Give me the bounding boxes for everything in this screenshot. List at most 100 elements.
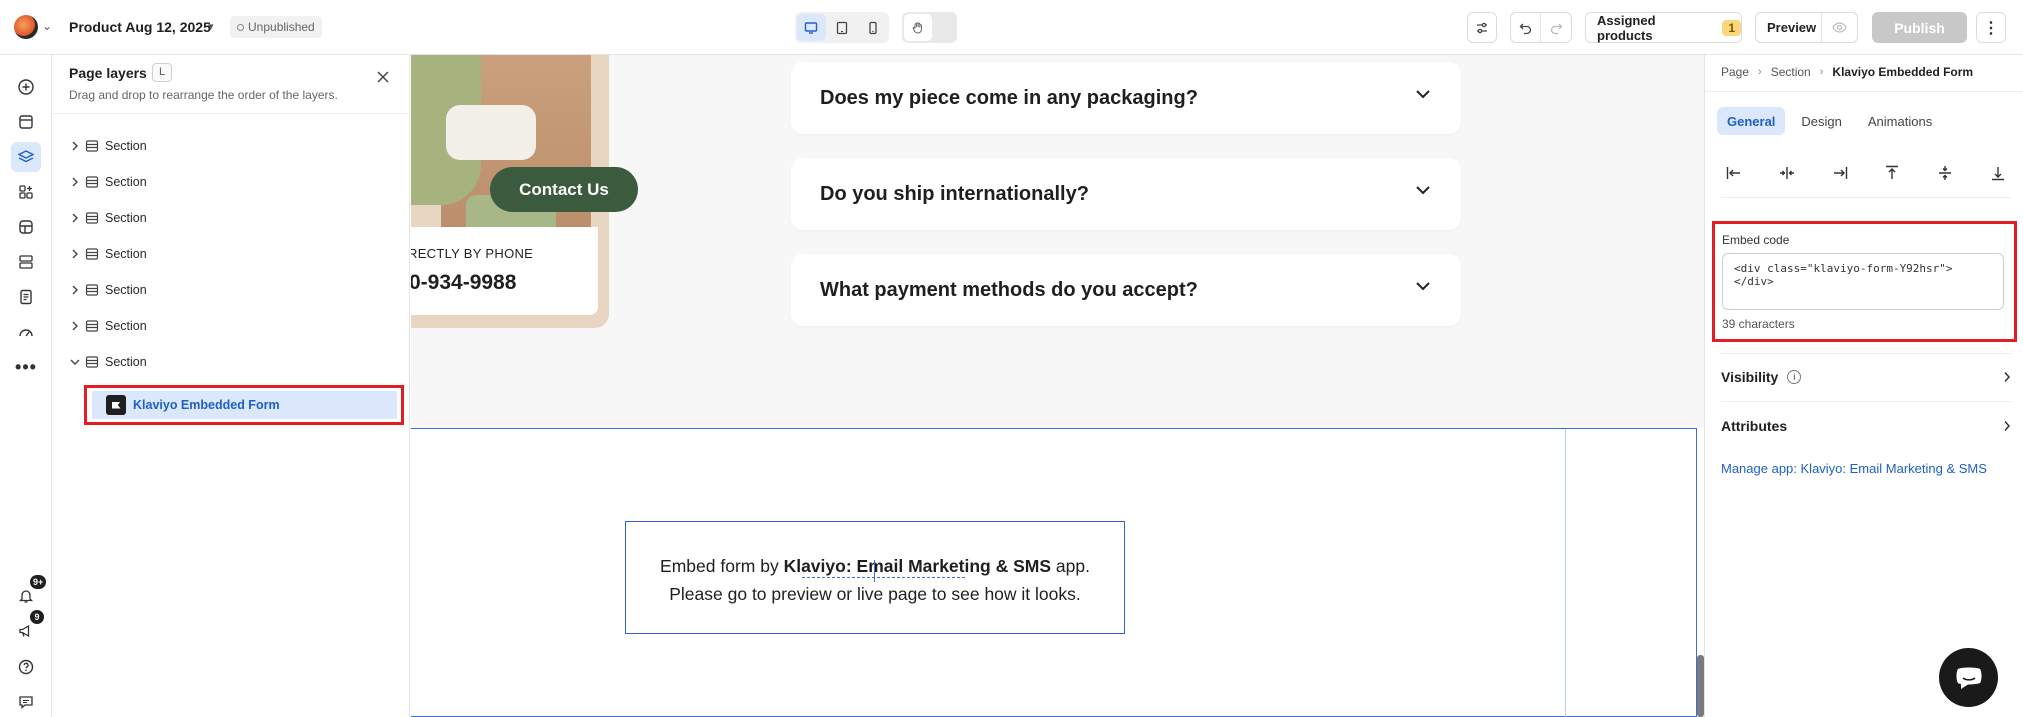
align-left-button[interactable]	[1721, 160, 1747, 186]
status-badge: Unpublished	[230, 16, 322, 38]
hand-icon	[912, 21, 922, 34]
assigned-products-label: Assigned products	[1597, 12, 1656, 43]
desktop-icon	[805, 21, 818, 34]
canvas-scrollbar[interactable]	[1697, 655, 1704, 717]
more-vertical-icon: ⋮	[1983, 19, 1999, 37]
document-icon	[20, 289, 32, 305]
mobile-icon	[869, 21, 877, 34]
chevron-right-icon[interactable]	[69, 213, 81, 223]
help-button[interactable]	[11, 652, 41, 682]
chevron-down-icon[interactable]: ⌄	[42, 19, 52, 33]
eye-icon[interactable]	[1821, 13, 1857, 42]
align-bottom-button[interactable]	[1985, 160, 2011, 186]
layer-row-section[interactable]: Section	[69, 169, 147, 195]
chevron-right-icon[interactable]	[69, 285, 81, 295]
embed-code-section: Embed code <div class="klaviyo-form-Y92h…	[1712, 221, 2017, 342]
align-center-h-button[interactable]	[1774, 160, 1800, 186]
text-caret	[874, 560, 875, 582]
tab-general[interactable]: General	[1717, 107, 1786, 135]
tablet-icon	[836, 21, 848, 34]
publish-button[interactable]: Publish	[1872, 12, 1967, 43]
redo-icon	[1550, 23, 1563, 34]
undo-button[interactable]	[1511, 13, 1541, 42]
layer-label: Klaviyo Embedded Form	[133, 398, 280, 412]
layer-row-section[interactable]: Section	[69, 313, 147, 339]
status-dot-icon	[237, 24, 244, 31]
chevron-right-icon[interactable]	[69, 177, 81, 187]
preview-button[interactable]: Preview	[1755, 12, 1858, 43]
layers-button[interactable]	[11, 142, 41, 172]
templates-icon	[19, 255, 33, 269]
chevron-down-icon[interactable]	[69, 358, 81, 366]
pages-button[interactable]	[11, 282, 41, 312]
templates-button[interactable]	[11, 247, 41, 277]
layer-row-section[interactable]: Section	[69, 133, 147, 159]
faq-item[interactable]: Do you ship internationally?	[791, 158, 1461, 230]
assigned-products-button[interactable]: Assigned products 1	[1585, 12, 1742, 43]
performance-button[interactable]	[11, 317, 41, 347]
tab-design[interactable]: Design	[1791, 107, 1851, 135]
desktop-view-button[interactable]	[797, 14, 826, 41]
chevron-right-icon[interactable]	[69, 321, 81, 331]
theme-button[interactable]	[11, 212, 41, 242]
align-top-button[interactable]	[1879, 160, 1905, 186]
tablet-view-button[interactable]	[828, 14, 857, 41]
character-count: 39 characters	[1722, 317, 1795, 331]
chevron-down-icon	[1416, 282, 1430, 291]
more-options-button[interactable]: ⋮	[1976, 12, 2006, 43]
align-bottom-icon	[1991, 167, 2004, 181]
announcements-button[interactable]: 9	[11, 610, 44, 646]
app-logo[interactable]	[14, 15, 38, 39]
chevron-down-icon[interactable]: ▾	[208, 20, 214, 33]
notifications-button[interactable]: 9+	[11, 575, 47, 611]
breadcrumb-page[interactable]: Page	[1721, 65, 1749, 79]
dashed-underline	[802, 577, 965, 578]
visibility-label: Visibility	[1721, 369, 1779, 385]
align-center-v-button[interactable]	[1932, 160, 1958, 186]
preview-label: Preview	[1767, 20, 1817, 35]
faq-question: Does my piece come in any packaging?	[820, 86, 1198, 109]
page-title[interactable]: Product Aug 12, 2025	[69, 19, 211, 35]
layer-label: Section	[105, 283, 147, 297]
feedback-button[interactable]	[11, 687, 41, 717]
embed-code-input[interactable]: <div class="klaviyo-form-Y92hsr"></div>	[1722, 253, 2004, 310]
breadcrumb-section[interactable]: Section	[1771, 65, 1811, 79]
chevron-right-icon[interactable]	[69, 249, 81, 259]
info-icon[interactable]: i	[1787, 370, 1802, 384]
apps-button[interactable]	[11, 177, 41, 207]
layer-row-section[interactable]: Section	[69, 205, 147, 231]
editor-canvas[interactable]: RECTLY BY PHONE 0-934-9988 Contact Us Do…	[411, 55, 1704, 717]
align-right-button[interactable]	[1827, 160, 1853, 186]
layer-row-section-expanded[interactable]: Section	[69, 349, 147, 375]
divider	[1721, 401, 2011, 402]
manage-app-link[interactable]: Manage app: Klaviyo: Email Marketing & S…	[1721, 461, 1987, 476]
chat-support-button[interactable]	[1939, 648, 1998, 707]
more-horizontal-icon: •••	[15, 357, 37, 377]
settings-sliders-button[interactable]	[1467, 12, 1497, 43]
attributes-row[interactable]: Attributes	[1721, 413, 2011, 439]
sections-button[interactable]	[11, 107, 41, 137]
redo-button[interactable]	[1541, 21, 1571, 35]
tab-animations[interactable]: Animations	[1858, 107, 1942, 135]
add-element-button[interactable]	[11, 72, 41, 102]
layer-row-section[interactable]: Section	[69, 241, 147, 267]
layer-row-section[interactable]: Section	[69, 277, 147, 303]
alignment-toolbar	[1721, 160, 2011, 186]
interaction-mode	[902, 12, 957, 43]
contact-us-button[interactable]: Contact Us	[490, 167, 638, 212]
section-icon	[85, 212, 99, 224]
faq-item[interactable]: What payment methods do you accept?	[791, 254, 1461, 326]
selected-layer[interactable]: Klaviyo Embedded Form	[92, 391, 397, 419]
mobile-view-button[interactable]	[858, 14, 887, 41]
klaviyo-embed-placeholder[interactable]: Embed form by Klaviyo: Email Marketing &…	[625, 521, 1125, 634]
phone-number: 0-934-9988	[411, 271, 517, 294]
more-tools-button[interactable]: •••	[11, 352, 41, 382]
align-center-horizontal-icon	[1779, 167, 1794, 179]
close-button[interactable]	[371, 65, 395, 89]
hand-tool-button[interactable]	[904, 14, 932, 41]
visibility-row[interactable]: Visibility i	[1721, 364, 2011, 390]
layer-label: Section	[105, 139, 147, 153]
chevron-right-icon[interactable]	[69, 141, 81, 151]
layer-row-klaviyo-form[interactable]: Klaviyo Embedded Form	[84, 385, 404, 425]
faq-item[interactable]: Does my piece come in any packaging?	[791, 62, 1461, 134]
